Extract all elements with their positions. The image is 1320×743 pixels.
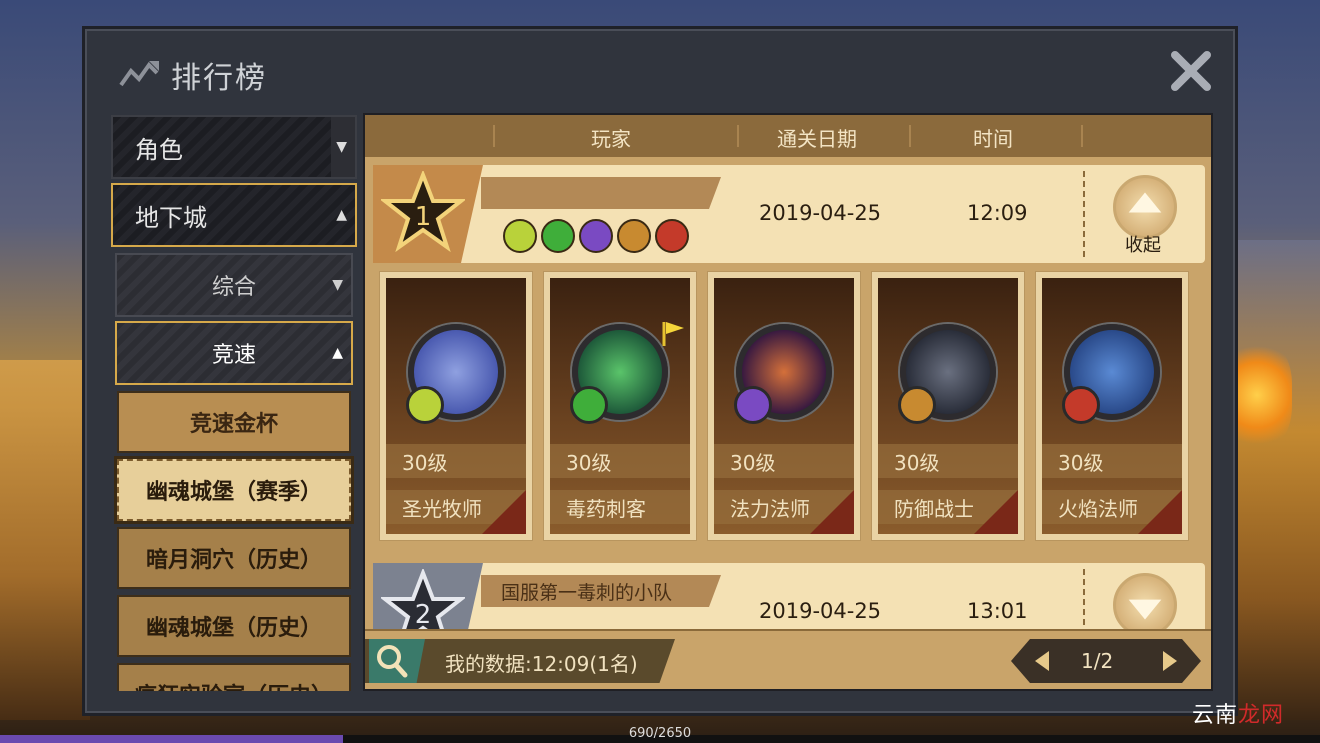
hero-card-inner: 30级 火焰法师 (1042, 278, 1182, 534)
column-time: 时间 (973, 127, 1013, 151)
warrior-class-icon (617, 219, 651, 253)
watermark-part2: 龙网 (1237, 703, 1284, 728)
search-icon (377, 645, 408, 678)
hero-card-inner: 30级 法力法师 (714, 278, 854, 534)
clear-date: 2019-04-25 (759, 599, 882, 623)
hero-card-inner: 30级 防御战士 (878, 278, 1018, 534)
leader-flag-icon (662, 322, 684, 346)
fire-mage-class-icon (1062, 386, 1100, 424)
hero-level: 30级 (1042, 444, 1182, 478)
hero-card[interactable]: 30级 毒药刺客 (543, 271, 697, 541)
chevron-right-icon[interactable] (1155, 647, 1183, 675)
hero-card[interactable]: 30级 防御战士 (871, 271, 1025, 541)
close-icon[interactable] (1169, 49, 1213, 93)
rank-number: 2 (415, 600, 432, 630)
menu-category-dungeon[interactable]: 地下城 ▲ (111, 183, 357, 247)
leaderboard-window: 排行榜 角色 ▼ 地下城 ▲ 综合 ▼ 竞速 ▲ 竞速金杯 幽魂城堡（赛季） 暗… (82, 26, 1238, 716)
menu-leaf-ghost-castle-history[interactable]: 幽魂城堡（历史） (117, 595, 351, 657)
hero-card-list: 30级 圣光牧师 30级 毒药刺客 30级 法力法师 30级 防御战士 30级 … (379, 271, 1199, 551)
menu-category-role[interactable]: 角色 ▼ (111, 115, 357, 179)
assassin-class-icon (541, 219, 575, 253)
page-title: 排行榜 (171, 61, 267, 96)
menu-leaf-mad-lab-history[interactable]: 疯狂实验室（历史） (117, 663, 351, 691)
trend-icon (119, 61, 159, 87)
expand-button[interactable] (1113, 573, 1177, 637)
title-bar: 排行榜 (85, 29, 1235, 109)
menu-sub-speed-label: 竞速 (211, 343, 256, 368)
hero-card[interactable]: 30级 法力法师 (707, 271, 861, 541)
hero-level: 30级 (386, 444, 526, 478)
menu-leaf-ghost-castle-season[interactable]: 幽魂城堡（赛季） (114, 456, 354, 524)
page-indicator: 1/2 (1081, 649, 1114, 673)
rank-row-1[interactable]: 1 2019-04-25 12:09 收起 (373, 165, 1205, 263)
clear-time: 12:09 (967, 201, 1028, 225)
column-divider (909, 125, 911, 147)
menu-leaf-label: 暗月洞穴（历史） (145, 548, 322, 573)
menu-leaf-label: 竞速金杯 (189, 412, 278, 437)
mage-class-icon (734, 386, 772, 424)
chevron-up-icon: ▲ (332, 345, 343, 361)
chevron-left-icon[interactable] (1029, 647, 1057, 675)
collapse-button[interactable] (1113, 175, 1177, 239)
watermark-part1: 云南 (1191, 703, 1238, 728)
chevron-down-icon: ▼ (332, 277, 343, 293)
menu-sub-overall[interactable]: 综合 ▼ (115, 253, 353, 317)
menu-leaf-speed-cup[interactable]: 竞速金杯 (117, 391, 351, 453)
background-field-left (0, 360, 90, 720)
star-icon: 1 (381, 171, 465, 253)
menu-sub-speed[interactable]: 竞速 ▲ (115, 321, 353, 385)
chevron-down-icon (1128, 599, 1162, 620)
assassin-class-icon (570, 386, 608, 424)
priest-class-icon (406, 386, 444, 424)
menu-leaf-label: 幽魂城堡（历史） (145, 616, 322, 641)
menu-sub-overall-label: 综合 (211, 275, 256, 300)
pagination: 1/2 (1011, 639, 1201, 683)
hero-card-inner: 30级 毒药刺客 (550, 278, 690, 534)
team-name: 国服第一毒刺的小队 (481, 575, 721, 607)
warrior-class-icon (898, 386, 936, 424)
menu-category-role-label: 角色 (135, 135, 183, 164)
collapse-label: 收起 (1125, 235, 1161, 256)
column-divider (737, 125, 739, 147)
chevron-up-icon (1128, 192, 1162, 213)
column-player: 玩家 (591, 127, 631, 151)
hero-class-name: 毒药刺客 (550, 490, 690, 524)
leaderboard-panel: 玩家 通关日期 时间 1 2019-04-25 12:09 收起 30级 圣光牧… (363, 113, 1213, 691)
mage-class-icon (579, 219, 613, 253)
menu-leaf-label: 疯狂实验室（历史） (135, 678, 333, 691)
chevron-down-icon: ▼ (336, 139, 347, 155)
team-name (481, 177, 721, 209)
hero-card-inner: 30级 圣光牧师 (386, 278, 526, 534)
hero-level: 30级 (878, 444, 1018, 478)
menu-leaf-dark-moon-cave-history[interactable]: 暗月洞穴（历史） (117, 527, 351, 589)
my-data-text: 我的数据:12:09(1名) (445, 652, 638, 676)
clear-date: 2019-04-25 (759, 201, 882, 225)
column-clear-date: 通关日期 (777, 127, 857, 151)
rank-number: 1 (415, 202, 432, 232)
panel-footer: 我的数据:12:09(1名) 1/2 (365, 629, 1211, 689)
priest-class-icon (503, 219, 537, 253)
category-menu: 角色 ▼ 地下城 ▲ 综合 ▼ 竞速 ▲ 竞速金杯 幽魂城堡（赛季） 暗月洞穴（… (111, 115, 357, 691)
hero-level: 30级 (550, 444, 690, 478)
column-header: 玩家 通关日期 时间 (365, 115, 1211, 157)
progress-text: 690/2650 (628, 726, 692, 741)
team-class-icons (503, 219, 689, 253)
watermark: 云南龙网 (1192, 697, 1284, 729)
column-divider (493, 125, 495, 147)
chevron-up-icon: ▲ (336, 207, 347, 223)
hero-card[interactable]: 30级 火焰法师 (1035, 271, 1189, 541)
menu-category-dungeon-label: 地下城 (135, 203, 207, 232)
fire-mage-class-icon (655, 219, 689, 253)
menu-leaf-label: 幽魂城堡（赛季） (145, 480, 322, 505)
search-button[interactable] (369, 639, 425, 683)
clear-time: 13:01 (967, 599, 1028, 623)
column-divider (1081, 125, 1083, 147)
hero-card[interactable]: 30级 圣光牧师 (379, 271, 533, 541)
row-divider (1083, 171, 1085, 257)
hero-level: 30级 (714, 444, 854, 478)
